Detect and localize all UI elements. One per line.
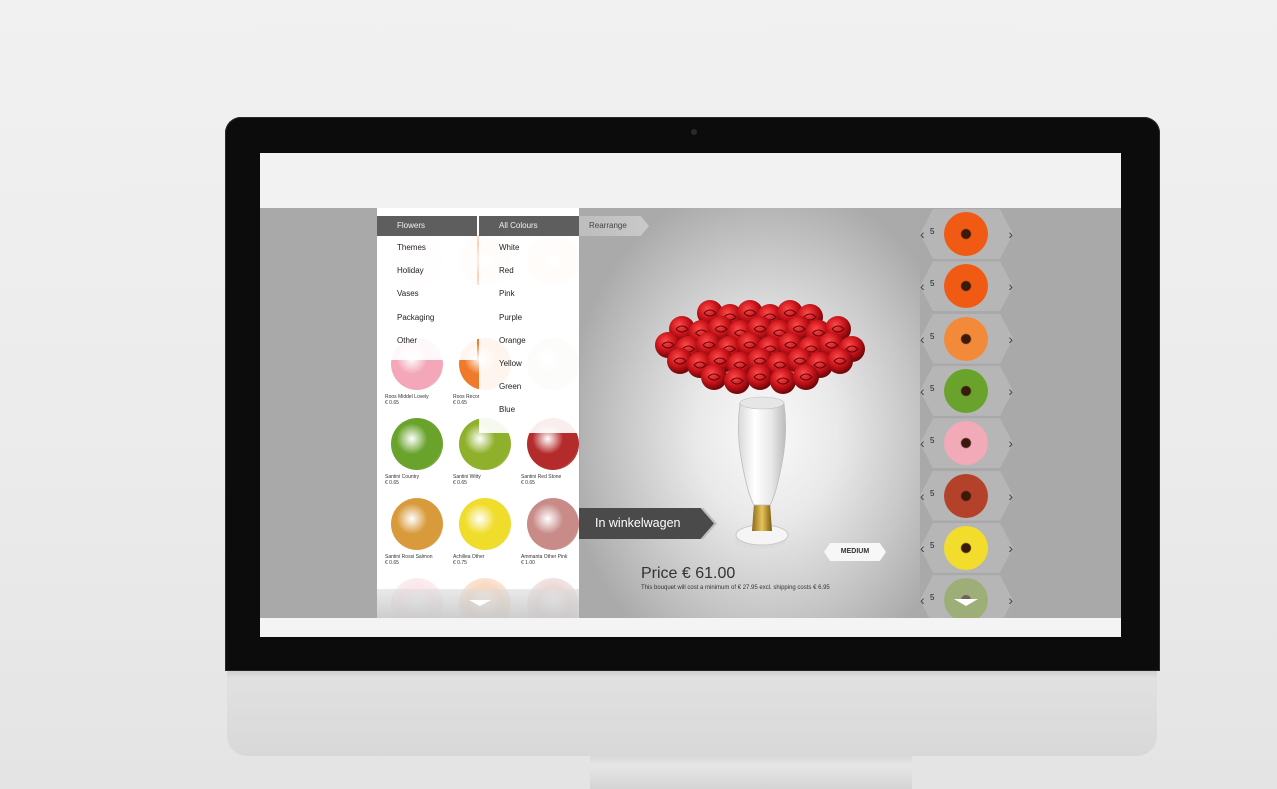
- catalog-item-price: € 0.65: [453, 480, 467, 486]
- decrease-arrow-icon[interactable]: ‹: [920, 329, 925, 349]
- category-menu: Themes Holiday Vases Packaging Other: [377, 236, 477, 360]
- selected-flowers-list: ‹ › 5 ‹ › 5 ‹ › 5 ‹ › 5 ‹ › 5 ‹ › 5 ‹ › 5 ‹ › 5: [920, 208, 1013, 618]
- catalog-item-price: € 0.65: [385, 560, 399, 566]
- menu-item[interactable]: Pink: [479, 282, 579, 305]
- catalog-item-price: € 0.65: [521, 480, 535, 486]
- orange-chrysanthemum-icon: [391, 498, 443, 550]
- increase-arrow-icon[interactable]: ›: [1008, 329, 1013, 349]
- size-selector-button[interactable]: MEDIUM: [824, 543, 886, 561]
- red-chrysanthemum-icon: [944, 473, 988, 518]
- catalog-item[interactable]: Santini Rossi Salmon € 0.65: [385, 498, 451, 566]
- pink-cluster-icon: [527, 498, 579, 550]
- menu-item[interactable]: Purple: [479, 306, 579, 329]
- menu-item[interactable]: Themes: [377, 236, 477, 259]
- menu-item[interactable]: Packaging: [377, 306, 477, 329]
- pink-rose-icon: [944, 421, 988, 466]
- app-footer: [260, 618, 1121, 637]
- decrease-arrow-icon[interactable]: ‹: [920, 486, 925, 506]
- decrease-arrow-icon[interactable]: ‹: [920, 538, 925, 558]
- decrease-arrow-icon[interactable]: ‹: [920, 224, 925, 244]
- green-chrysanthemum-icon: [944, 368, 988, 413]
- catalog-item-price: € 1.00: [521, 560, 535, 566]
- menu-item[interactable]: Red: [479, 259, 579, 282]
- catalog-item[interactable]: Ammanta Other Pink € 1.00: [521, 498, 579, 566]
- flower-quantity: 5: [930, 331, 935, 341]
- menu-item[interactable]: Other: [377, 329, 477, 352]
- orange-gerbera-icon: [944, 264, 988, 309]
- menu-item[interactable]: Green: [479, 375, 579, 398]
- category-dropdown[interactable]: Flowers: [377, 216, 477, 236]
- menu-item[interactable]: Yellow: [479, 352, 579, 375]
- screen: Roos Middel Lovely € 0.65 Roos Recon € 0.65…: [260, 153, 1121, 637]
- catalog-item[interactable]: Achillea Other € 0.75: [453, 498, 519, 566]
- menu-item[interactable]: Blue: [479, 398, 579, 421]
- catalog-item-price: € 0.75: [453, 560, 467, 566]
- red-rose-icon: [770, 368, 796, 394]
- flower-quantity: 5: [930, 540, 935, 550]
- imac-chin: [227, 668, 1157, 756]
- selected-flower-item[interactable]: ‹ › 5: [920, 470, 1013, 521]
- flower-quantity: 5: [930, 227, 935, 236]
- yellow-achillea-icon: [459, 498, 511, 550]
- red-rose-icon: [724, 368, 750, 394]
- flower-quantity: 5: [930, 436, 935, 446]
- orange-gerbera-icon: [944, 212, 988, 256]
- selected-flower-item[interactable]: ‹ › 5: [920, 209, 1013, 259]
- flower-quantity: 5: [930, 279, 935, 289]
- selected-flower-item[interactable]: ‹ › 5: [920, 522, 1013, 573]
- camera-icon: [691, 129, 697, 135]
- red-rose-icon: [793, 364, 819, 390]
- catalog-scroll-down-icon[interactable]: [469, 600, 491, 606]
- selected-flower-item[interactable]: ‹ › 5: [920, 418, 1013, 469]
- catalog-item-price: € 0.65: [385, 480, 399, 486]
- red-rose-icon: [827, 348, 853, 374]
- colour-menu: White Red Pink Purple Orange Yellow Green Blue: [479, 236, 579, 433]
- menu-item[interactable]: White: [479, 236, 579, 259]
- add-to-cart-button[interactable]: In winkelwagen: [579, 508, 714, 539]
- red-rose-icon: [747, 364, 773, 390]
- green-chrysanthemum-icon: [391, 418, 443, 470]
- increase-arrow-icon[interactable]: ›: [1008, 538, 1013, 558]
- selected-flower-item[interactable]: ‹ › 5: [920, 365, 1013, 416]
- decrease-arrow-icon[interactable]: ‹: [920, 433, 925, 453]
- catalog-item[interactable]: Santini Country € 0.65: [385, 418, 451, 486]
- price-total: Price € 61.00: [641, 565, 736, 582]
- app-header: [260, 153, 1121, 208]
- selected-scroll-down-icon[interactable]: [954, 599, 978, 606]
- red-rose-icon: [701, 364, 727, 390]
- increase-arrow-icon[interactable]: ›: [1008, 276, 1013, 296]
- decrease-arrow-icon[interactable]: ‹: [920, 276, 925, 296]
- decrease-arrow-icon[interactable]: ‹: [920, 590, 925, 610]
- increase-arrow-icon[interactable]: ›: [1008, 381, 1013, 401]
- orange-rose-icon: [944, 316, 988, 361]
- menu-item[interactable]: Orange: [479, 329, 579, 352]
- flower-quantity: 5: [930, 593, 935, 603]
- rearrange-button[interactable]: Rearrange: [579, 216, 649, 236]
- menu-item[interactable]: Vases: [377, 282, 477, 305]
- price-note: This bouquet will cost a minimum of € 27…: [641, 585, 830, 591]
- selected-flower-item[interactable]: ‹ › 5: [920, 575, 1013, 618]
- catalog-item-price: € 0.65: [385, 400, 399, 406]
- increase-arrow-icon[interactable]: ›: [1008, 224, 1013, 244]
- flower-quantity: 5: [930, 383, 935, 393]
- increase-arrow-icon[interactable]: ›: [1008, 486, 1013, 506]
- yellow-achillea-icon: [944, 525, 988, 570]
- colour-dropdown[interactable]: All Colours: [479, 216, 579, 236]
- flower-quantity: 5: [930, 488, 935, 498]
- decrease-arrow-icon[interactable]: ‹: [920, 381, 925, 401]
- increase-arrow-icon[interactable]: ›: [1008, 433, 1013, 453]
- increase-arrow-icon[interactable]: ›: [1008, 590, 1013, 610]
- selected-flower-item[interactable]: ‹ › 5: [920, 313, 1013, 364]
- selected-flower-item[interactable]: ‹ › 5: [920, 261, 1013, 312]
- menu-item[interactable]: Holiday: [377, 259, 477, 282]
